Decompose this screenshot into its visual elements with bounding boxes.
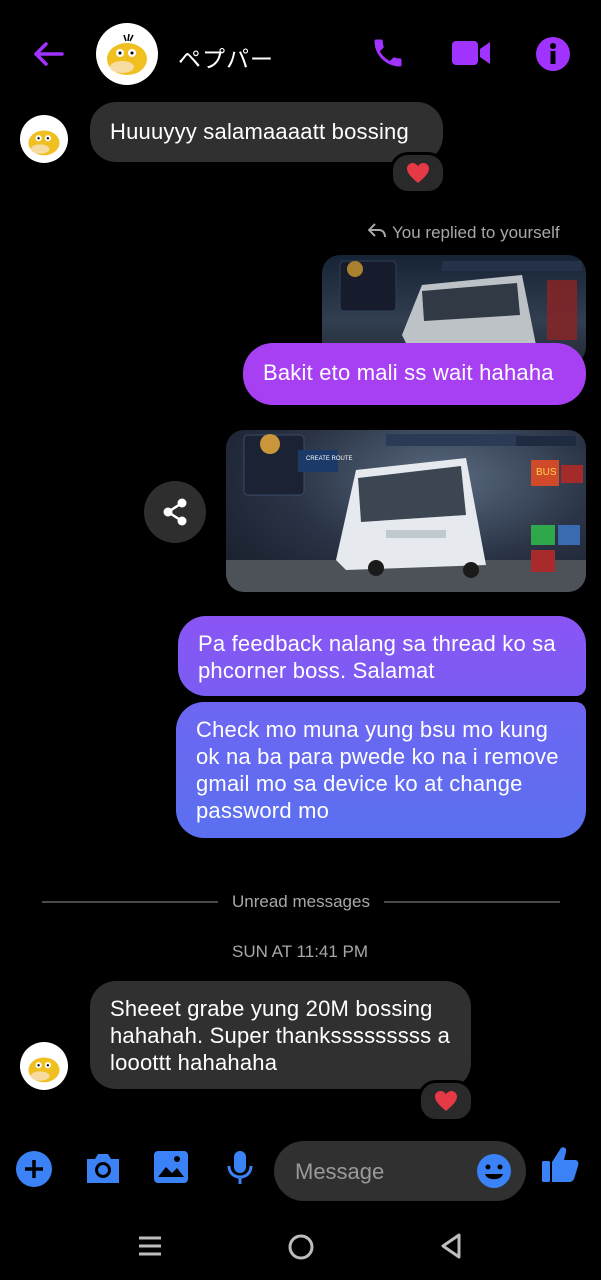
message-bubble-received[interactable]: Sheeet grabe yung 20M bossing hahahah. S…	[90, 981, 471, 1089]
thumbs-up-icon[interactable]	[541, 1144, 579, 1189]
emoji-icon[interactable]	[476, 1153, 512, 1194]
camera-icon[interactable]	[83, 1150, 123, 1191]
recent-apps-icon[interactable]	[138, 1234, 162, 1263]
contact-avatar-small	[20, 115, 68, 163]
divider-line-left	[42, 901, 218, 903]
sent-image-game-screenshot[interactable]: CREATE ROUTE BUS	[226, 430, 586, 592]
info-icon[interactable]	[535, 36, 571, 72]
bus-label: BUS	[536, 467, 557, 478]
create-route-label: CREATE ROUTE	[306, 456, 353, 462]
message-bubble-sent[interactable]: Pa feedback nalang sa thread ko sa phcor…	[178, 616, 586, 696]
message-bubble-received[interactable]: Huuuyyy salamaaaatt bossing	[90, 102, 443, 162]
message-input-placeholder: Message	[295, 1159, 385, 1184]
heart-reaction-icon[interactable]	[390, 152, 446, 194]
gallery-icon[interactable]	[153, 1150, 189, 1189]
message-timestamp: SUN AT 11:41 PM	[232, 942, 369, 961]
contact-avatar[interactable]	[96, 23, 158, 85]
divider-line-right	[384, 901, 560, 903]
add-icon[interactable]	[15, 1150, 53, 1193]
message-bubble-sent[interactable]: Bakit eto mali ss wait hahaha	[243, 343, 586, 405]
back-arrow-icon[interactable]	[30, 36, 66, 72]
reply-label: You replied to yourself	[392, 222, 560, 242]
heart-reaction-icon[interactable]	[418, 1080, 474, 1122]
message-bubble-sent[interactable]: Check mo muna yung bsu mo kung ok na ba …	[176, 702, 586, 838]
contact-name[interactable]: ペプパー	[178, 40, 274, 74]
share-button[interactable]	[144, 481, 206, 543]
microphone-icon[interactable]	[225, 1149, 255, 1192]
back-nav-icon[interactable]	[440, 1233, 462, 1264]
unread-messages-divider: Unread messages	[232, 892, 370, 911]
contact-avatar-small	[20, 1042, 68, 1090]
home-icon[interactable]	[288, 1234, 314, 1265]
reply-indicator: You replied to yourself	[367, 222, 560, 243]
video-camera-icon[interactable]	[450, 36, 492, 70]
reply-arrow-icon	[367, 222, 386, 243]
phone-icon[interactable]	[370, 35, 406, 71]
